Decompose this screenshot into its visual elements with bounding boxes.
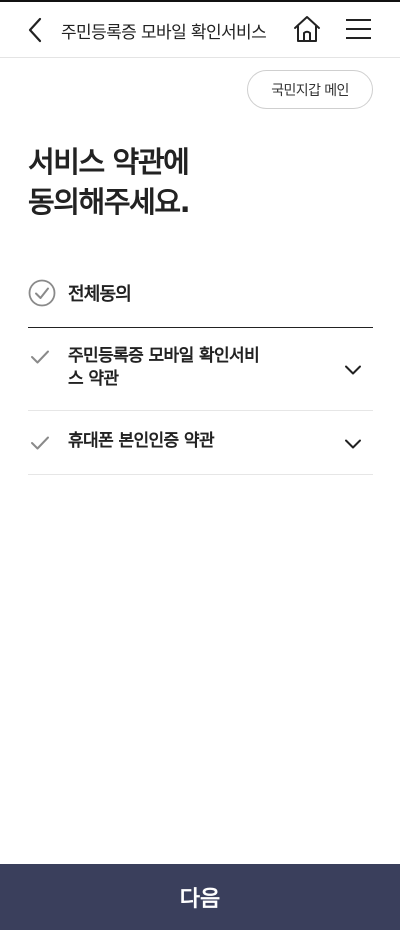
wallet-main-button[interactable]: 국민지갑 메인 xyxy=(247,70,373,109)
check-icon[interactable] xyxy=(30,435,50,451)
chevron-down-icon[interactable] xyxy=(344,364,362,376)
back-button[interactable] xyxy=(22,16,50,44)
term-label-line-2: 스 약관 xyxy=(68,369,119,389)
check-icon[interactable] xyxy=(30,349,50,365)
headline-line-1: 서비스 약관에 xyxy=(28,145,190,179)
term-label-line-1: 주민등록증 모바일 확인서비 xyxy=(68,346,260,366)
agree-all-label: 전체동의 xyxy=(68,284,132,305)
header-title: 주민등록증 모바일 확인서비스 xyxy=(61,23,267,43)
check-circle-icon xyxy=(28,279,56,307)
home-icon xyxy=(294,16,320,42)
page-headline: 서비스 약관에 동의해주세요. xyxy=(28,142,191,222)
terms-list: 주민등록증 모바일 확인서비 스 약관 휴대폰 본인인증 약관 xyxy=(28,328,373,475)
term-label: 주민등록증 모바일 확인서비 스 약관 xyxy=(68,345,288,391)
term-item-phone-auth[interactable]: 휴대폰 본인인증 약관 xyxy=(28,411,373,475)
headline-line-2: 동의해주세요. xyxy=(28,185,191,219)
chevron-left-icon xyxy=(28,17,42,43)
home-button[interactable] xyxy=(292,14,322,44)
agree-all-checkbox[interactable]: 전체동의 xyxy=(28,278,373,308)
hamburger-menu-icon xyxy=(346,19,371,39)
term-label: 휴대폰 본인인증 약관 xyxy=(68,431,215,451)
next-button[interactable]: 다음 xyxy=(0,864,400,930)
menu-button[interactable] xyxy=(345,17,372,41)
chevron-down-icon[interactable] xyxy=(344,438,362,450)
app-header: 주민등록증 모바일 확인서비스 xyxy=(0,2,400,58)
term-item-resident-card[interactable]: 주민등록증 모바일 확인서비 스 약관 xyxy=(28,328,373,411)
